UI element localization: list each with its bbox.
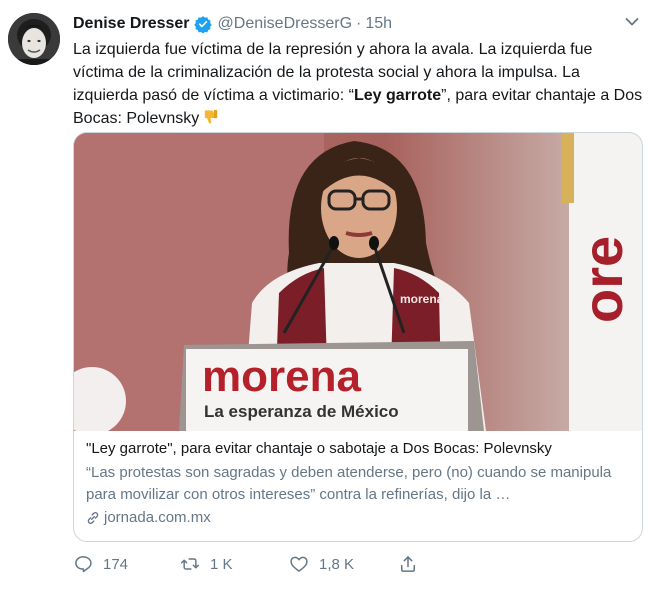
verified-badge-icon [193,16,212,33]
card-image: ore morena morena La esperanza de México [74,133,642,431]
podium-brand-text: morena [202,352,361,401]
like-button[interactable]: 1,8 K [289,552,354,576]
retweet-icon [180,558,200,570]
tweet-actions: 174 1 K 1,8 K [73,552,473,576]
card-body: "Ley garrote", para evitar chantaje o sa… [86,439,632,528]
link-icon [87,512,99,524]
tweet[interactable]: Denise Dresser @DeniseDresserG · 15h La … [0,0,653,590]
vest-brand-text: morena [400,292,444,306]
podium-tagline-text: La esperanza de México [204,402,399,421]
reply-icon [75,556,92,573]
card-description: “Las protestas son sagradas y deben aten… [86,464,612,503]
thumbs-down-emoji-icon [205,109,218,124]
card-domain-text: jornada.com.mx [104,509,211,526]
reply-count: 174 [103,555,129,573]
header-separator: · [356,15,362,32]
share-button[interactable] [398,552,428,576]
card-title[interactable]: "Ley garrote", para evitar chantaje o sa… [86,439,632,459]
like-count: 1,8 K [319,555,355,573]
tweet-header: Denise Dresser @DeniseDresserG · 15h [73,13,392,35]
author-handle[interactable]: @DeniseDresserG [218,15,353,33]
share-icon [401,556,415,572]
card-domain[interactable]: jornada.com.mx [86,508,632,528]
link-card[interactable]: ore morena morena La esperanza de México… [73,132,643,542]
retweet-button[interactable]: 1 K [180,552,233,576]
retweet-count: 1 K [210,555,233,573]
tweet-timestamp[interactable]: 15h [365,15,392,33]
reply-button[interactable]: 174 [73,552,128,576]
author-name[interactable]: Denise Dresser [73,15,190,33]
tweet-text: La izquierda fue víctima de la represión… [73,38,643,130]
avatar[interactable] [8,13,60,65]
like-icon [290,556,308,572]
caret-down-icon[interactable] [625,16,639,28]
flag-text: ore [571,236,634,323]
tweet-text-bold: Ley garrote [354,87,442,104]
